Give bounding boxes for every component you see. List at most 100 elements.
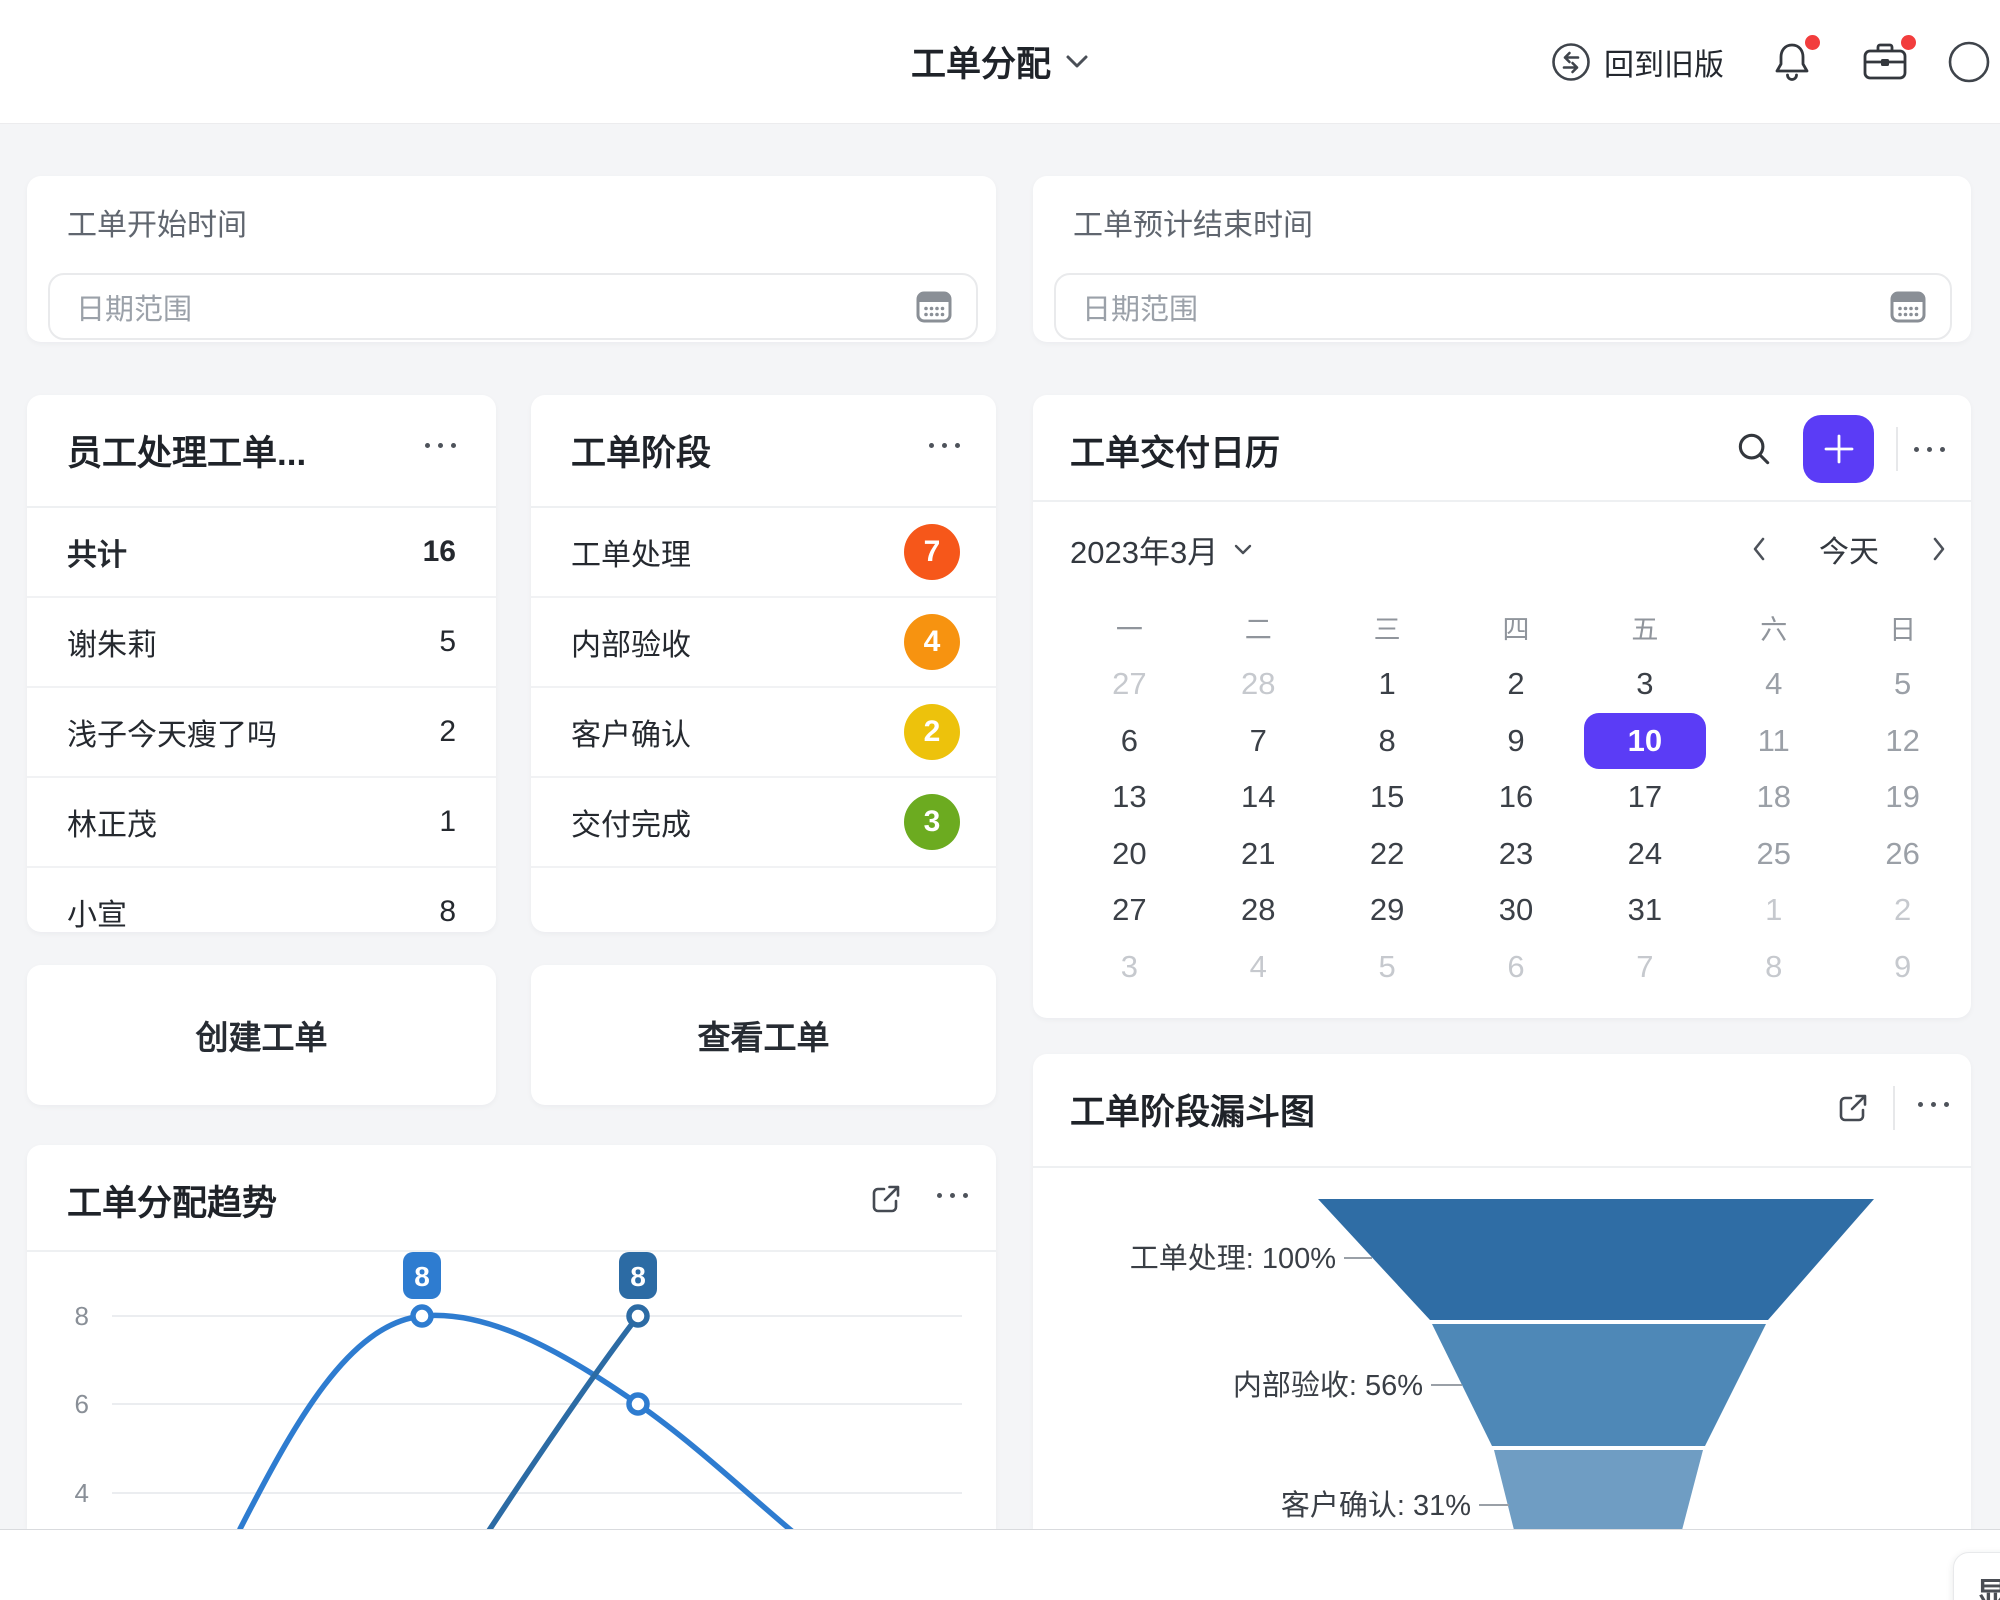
funnel-label-3: 客户确认: 31% — [1281, 1489, 1471, 1522]
view-workorder-button[interactable]: 查看工单 — [531, 965, 996, 1105]
more-menu-icon[interactable] — [1914, 447, 1945, 452]
calendar-day[interactable]: 26 — [1838, 826, 1967, 883]
calendar-day[interactable]: 31 — [1580, 882, 1709, 939]
top-bar: 工单分配 回到旧版 — [0, 0, 2000, 124]
funnel-segment-1[interactable] — [1318, 1199, 1874, 1320]
calendar-day[interactable]: 9 — [1452, 713, 1581, 770]
calendar-day[interactable]: 28 — [1194, 882, 1323, 939]
employee-row[interactable]: 浅子今天瘦了吗2 — [27, 688, 496, 778]
today-button[interactable]: 今天 — [1819, 527, 1879, 571]
calendar-day[interactable]: 3 — [1065, 939, 1194, 996]
calendar-day[interactable]: 29 — [1323, 882, 1452, 939]
more-menu-icon[interactable] — [929, 443, 960, 448]
calendar-day[interactable]: 27 — [1065, 882, 1194, 939]
more-menu-icon[interactable] — [425, 443, 456, 448]
stage-row[interactable]: 工单处理7 — [531, 508, 996, 598]
employee-row[interactable]: 林正茂1 — [27, 778, 496, 868]
more-menu-icon[interactable] — [1918, 1102, 1949, 1107]
calendar-day[interactable]: 25 — [1709, 826, 1838, 883]
calendar-day[interactable]: 8 — [1323, 713, 1452, 770]
calendar-day[interactable]: 9 — [1838, 939, 1967, 996]
svg-text:8: 8 — [414, 1261, 430, 1292]
month-label: 2023年3月 — [1070, 527, 1218, 572]
calendar-day[interactable]: 27 — [1065, 656, 1194, 713]
funnel-segment-2[interactable] — [1432, 1324, 1766, 1446]
search-icon[interactable] — [1735, 430, 1773, 468]
workbench-button[interactable] — [1860, 39, 1910, 85]
employee-row[interactable]: 小宣8 — [27, 868, 496, 932]
calendar-day[interactable]: 2 — [1452, 656, 1581, 713]
data-point-marker[interactable] — [413, 1307, 431, 1325]
employee-list: 共计16谢朱莉5浅子今天瘦了吗2林正茂1小宣8 — [27, 508, 496, 932]
calendar-day[interactable]: 17 — [1580, 769, 1709, 826]
stage-name: 工单处理 — [571, 530, 904, 574]
funnel-label-1: 工单处理: 100% — [1130, 1242, 1336, 1275]
swap-arrows-icon — [1550, 41, 1592, 83]
calendar-day[interactable]: 23 — [1452, 826, 1581, 883]
stage-count-badge: 3 — [904, 794, 960, 850]
point-label-1: 8 — [403, 1252, 441, 1299]
calendar-day[interactable]: 5 — [1838, 656, 1967, 713]
profile-button[interactable] — [1956, 39, 1982, 85]
calendar-day[interactable]: 2 — [1838, 882, 1967, 939]
calendar-day[interactable]: 21 — [1194, 826, 1323, 883]
calendar-day[interactable]: 18 — [1709, 769, 1838, 826]
calendar-day[interactable]: 12 — [1838, 713, 1967, 770]
employee-row[interactable]: 谢朱莉5 — [27, 598, 496, 688]
create-workorder-button[interactable]: 创建工单 — [27, 965, 496, 1105]
stage-row[interactable]: 客户确认2 — [531, 688, 996, 778]
show-toggle-button[interactable]: 显 — [1953, 1552, 2000, 1600]
employee-name: 共计 — [67, 530, 423, 574]
calendar-day[interactable]: 1 — [1709, 882, 1838, 939]
stage-row[interactable]: 内部验收4 — [531, 598, 996, 688]
calendar-day[interactable]: 5 — [1323, 939, 1452, 996]
employee-count: 1 — [439, 805, 456, 839]
start-date-placeholder: 日期范围 — [76, 286, 916, 328]
end-date-range-input[interactable]: 日期范围 — [1054, 273, 1952, 340]
month-selector[interactable]: 2023年3月 — [1070, 527, 1252, 572]
calendar-day[interactable]: 14 — [1194, 769, 1323, 826]
page-title: 工单分配 — [911, 36, 1051, 87]
notifications-button[interactable] — [1770, 39, 1814, 85]
export-icon[interactable] — [1835, 1090, 1871, 1126]
workorder-stage-card: 工单阶段 工单处理7内部验收4客户确认2交付完成3 — [531, 395, 996, 932]
calendar-day[interactable]: 11 — [1709, 713, 1838, 770]
y-tick-8: 8 — [75, 1301, 89, 1331]
add-event-button[interactable] — [1803, 415, 1874, 483]
calendar-icon — [1890, 290, 1926, 324]
calendar-day[interactable]: 16 — [1452, 769, 1581, 826]
more-menu-icon[interactable] — [937, 1193, 968, 1198]
calendar-day[interactable]: 8 — [1709, 939, 1838, 996]
calendar-day[interactable]: 4 — [1709, 656, 1838, 713]
chevron-right-icon[interactable] — [1931, 536, 1947, 562]
calendar-card-title: 工单交付日历 — [1070, 425, 1280, 476]
calendar-day[interactable]: 19 — [1838, 769, 1967, 826]
calendar-day[interactable]: 13 — [1065, 769, 1194, 826]
start-date-range-input[interactable]: 日期范围 — [48, 273, 978, 340]
calendar-day[interactable]: 15 — [1323, 769, 1452, 826]
employee-row[interactable]: 共计16 — [27, 508, 496, 598]
employee-name: 谢朱莉 — [67, 620, 439, 664]
calendar-day[interactable]: 4 — [1194, 939, 1323, 996]
chevron-left-icon[interactable] — [1751, 536, 1767, 562]
calendar-day[interactable]: 20 — [1065, 826, 1194, 883]
export-icon[interactable] — [868, 1181, 904, 1217]
funnel-segment-3[interactable] — [1494, 1450, 1703, 1529]
calendar-day[interactable]: 1 — [1323, 656, 1452, 713]
show-toggle-label: 显 — [1976, 1569, 2000, 1600]
calendar-day[interactable]: 3 — [1580, 656, 1709, 713]
back-to-old-version-button[interactable]: 回到旧版 — [1550, 40, 1724, 84]
calendar-day[interactable]: 6 — [1452, 939, 1581, 996]
calendar-day[interactable]: 7 — [1194, 713, 1323, 770]
calendar-day[interactable]: 28 — [1194, 656, 1323, 713]
data-point-marker[interactable] — [629, 1395, 647, 1413]
calendar-day[interactable]: 6 — [1065, 713, 1194, 770]
data-point-marker[interactable] — [629, 1307, 647, 1325]
stage-row[interactable]: 交付完成3 — [531, 778, 996, 868]
calendar-day-selected[interactable]: 10 — [1580, 713, 1709, 770]
calendar-day[interactable]: 7 — [1580, 939, 1709, 996]
calendar-day[interactable]: 24 — [1580, 826, 1709, 883]
calendar-header-actions — [1735, 395, 1971, 503]
calendar-day[interactable]: 22 — [1323, 826, 1452, 883]
calendar-day[interactable]: 30 — [1452, 882, 1581, 939]
